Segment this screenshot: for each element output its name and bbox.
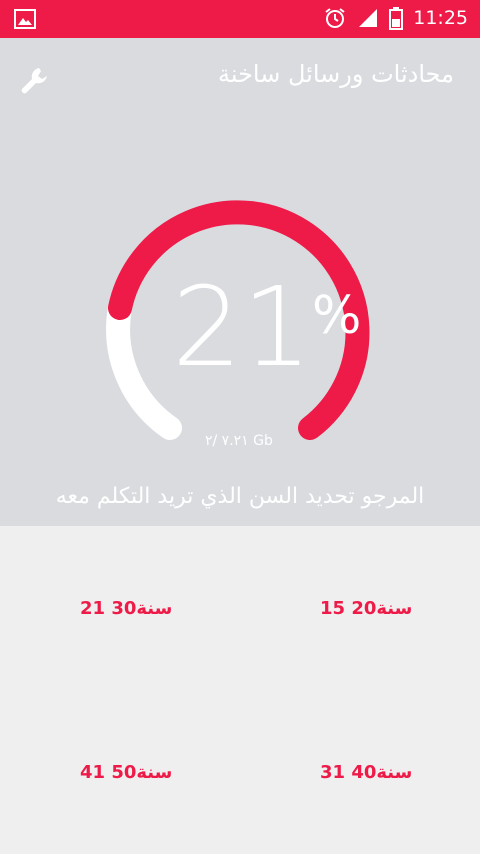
status-bar: 11:25 [0, 0, 480, 38]
age-prompt: المرجو تحديد السن الذي تريد التكلم معه [55, 484, 425, 509]
image-icon [14, 9, 36, 29]
age-option-31-40[interactable]: 31 40سنة [320, 762, 412, 783]
age-options-panel: 15 20سنة 21 30سنة 31 40سنة 41 50سنة [0, 526, 480, 854]
gauge-unit: % [312, 286, 362, 346]
wrench-icon [21, 68, 47, 94]
gauge-caption: ۲/ ۷.۲۱ Gb [205, 433, 273, 449]
battery-icon [389, 7, 404, 30]
settings-button[interactable] [16, 62, 56, 102]
age-option-15-20[interactable]: 15 20سنة [320, 598, 412, 619]
alarm-clock-icon [325, 8, 345, 28]
status-time: 11:25 [413, 7, 468, 29]
status-bar-right: 11:25 [323, 6, 468, 30]
age-option-41-50[interactable]: 41 50سنة [80, 762, 172, 783]
app-title: محادثات ورسائل ساخنة [217, 60, 454, 88]
gauge-value: 21 [172, 263, 312, 391]
signal-icon [359, 9, 378, 27]
main-panel: محادثات ورسائل ساخنة 21 % ۲/ ۷.۲۱ Gb الم… [0, 38, 480, 526]
age-option-21-30[interactable]: 21 30سنة [80, 598, 172, 619]
status-bar-left [14, 9, 36, 33]
